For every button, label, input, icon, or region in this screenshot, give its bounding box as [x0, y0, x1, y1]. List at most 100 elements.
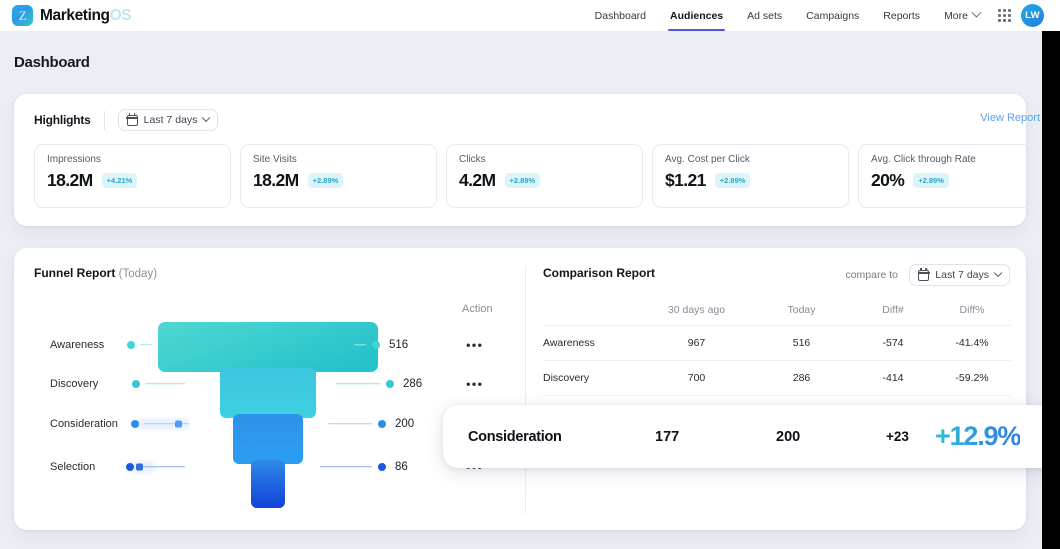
- highlights-header: Highlights Last 7 days: [34, 109, 218, 131]
- metric-value: 18.2M: [47, 170, 93, 191]
- funnel-stage-label: Awareness: [50, 339, 104, 351]
- metric-label: Impressions: [47, 154, 218, 165]
- funnel-left-dot: [127, 341, 135, 349]
- metric-label: Avg. Click through Rate: [871, 154, 1042, 165]
- funnel-stage-label: Selection: [50, 461, 95, 473]
- column-header-stage: [543, 304, 643, 326]
- funnel-report-title-text: Funnel Report: [34, 266, 115, 280]
- cell-empty: [750, 466, 853, 501]
- funnel-report-title: Funnel Report (Today): [34, 266, 157, 280]
- cell-stage: Awareness: [543, 326, 643, 361]
- nav-item-audiences[interactable]: Audiences: [658, 0, 735, 31]
- funnel-slider-handle[interactable]: [175, 421, 182, 428]
- highlighted-prev-value: 177: [655, 429, 679, 445]
- funnel-chart: [14, 296, 514, 536]
- funnel-right-dot: [386, 380, 394, 388]
- brand-name-secondary: OS: [110, 7, 132, 24]
- metric-value: 4.2M: [459, 170, 496, 191]
- cell-diff: -414: [853, 361, 933, 396]
- funnel-left-dot: [131, 420, 139, 428]
- column-header-diff-pct: Diff%: [933, 304, 1011, 326]
- cell-today: 286: [750, 361, 853, 396]
- column-header-30-days-ago: 30 days ago: [643, 304, 750, 326]
- cell-empty: [933, 466, 1011, 501]
- metric-delta-badge: +2.89%: [715, 173, 751, 188]
- metric-delta-badge: +2.89%: [505, 173, 541, 188]
- cell-diff: -574: [853, 326, 933, 361]
- reports-card: Funnel Report (Today) Action: [14, 248, 1026, 530]
- app-root: Z MarketingOS Dashboard Audiences Ad set…: [0, 0, 1060, 549]
- metric-label: Clicks: [459, 154, 630, 165]
- cell-empty: [543, 466, 643, 501]
- compare-to-label: compare to: [845, 269, 898, 281]
- table-row[interactable]: Awareness 967 516 -574 -41.4%: [543, 326, 1011, 361]
- highlighted-diff-pct-value: +12.9%: [935, 421, 1020, 452]
- divider: [104, 111, 105, 130]
- top-navigation-bar: Z MarketingOS Dashboard Audiences Ad set…: [0, 0, 1060, 31]
- cell-prev: 700: [643, 361, 750, 396]
- page-title: Dashboard: [14, 54, 90, 71]
- funnel-left-dot: [132, 380, 140, 388]
- metric-card-avg-click-through-rate[interactable]: Avg. Click through Rate 20% +2.89%: [858, 144, 1055, 208]
- nav-item-dashboard[interactable]: Dashboard: [583, 0, 658, 31]
- column-header-diff-num: Diff#: [853, 304, 933, 326]
- funnel-right-dot: [378, 463, 386, 471]
- funnel-stage-value: 516: [389, 339, 408, 351]
- cell-today: 516: [750, 326, 853, 361]
- cell-stage: Discovery: [543, 361, 643, 396]
- brand-logo[interactable]: Z MarketingOS: [12, 5, 131, 26]
- cell-diff-pct: -41.4%: [933, 326, 1011, 361]
- highlights-date-range-label: Last 7 days: [144, 114, 198, 126]
- metric-card-impressions[interactable]: Impressions 18.2M +4.21%: [34, 144, 231, 208]
- highlighted-stage-label: Consideration: [468, 429, 562, 445]
- funnel-report-subtitle: (Today): [119, 268, 157, 280]
- chevron-down-icon: [972, 8, 982, 18]
- metric-card-avg-cost-per-click[interactable]: Avg. Cost per Click $1.21 +2.89%: [652, 144, 849, 208]
- metric-label: Site Visits: [253, 154, 424, 165]
- cell-empty: [643, 466, 750, 501]
- apps-grid-icon[interactable]: [998, 9, 1012, 23]
- nav-item-campaigns[interactable]: Campaigns: [794, 0, 871, 31]
- calendar-icon: [918, 270, 929, 281]
- chevron-down-icon: [994, 269, 1002, 277]
- cell-diff-pct: -59.2%: [933, 361, 1011, 396]
- metrics-list: Impressions 18.2M +4.21% Site Visits 18.…: [34, 144, 1055, 208]
- table-header-row: 30 days ago Today Diff# Diff%: [543, 304, 1011, 326]
- cell-prev: 967: [643, 326, 750, 361]
- metric-delta-badge: +4.21%: [102, 173, 138, 188]
- metric-value: 18.2M: [253, 170, 299, 191]
- highlights-date-range-picker[interactable]: Last 7 days: [118, 109, 219, 131]
- nav-item-ad-sets[interactable]: Ad sets: [735, 0, 794, 31]
- avatar[interactable]: LW: [1021, 4, 1044, 27]
- view-report-link[interactable]: View Report: [980, 112, 1040, 124]
- right-gutter: [1042, 0, 1060, 549]
- highlighted-diff-value: +23: [886, 429, 909, 444]
- funnel-left-dot: [126, 463, 134, 471]
- funnel-stage-value: 286: [403, 378, 422, 390]
- brand-name: MarketingOS: [40, 7, 131, 25]
- funnel-row-action-menu[interactable]: •••: [466, 338, 483, 353]
- chevron-down-icon: [202, 114, 210, 122]
- metric-value: 20%: [871, 170, 904, 191]
- table-row-empty: [543, 466, 1011, 501]
- funnel-right-dot: [372, 341, 380, 349]
- funnel-row-action-menu[interactable]: •••: [466, 377, 483, 392]
- panel-divider: [525, 266, 526, 514]
- highlights-title: Highlights: [34, 113, 91, 127]
- metric-card-site-visits[interactable]: Site Visits 18.2M +2.89%: [240, 144, 437, 208]
- comparison-date-range-picker[interactable]: Last 7 days: [909, 264, 1010, 286]
- metric-value: $1.21: [665, 170, 706, 191]
- nav-item-more-label: More: [944, 10, 968, 22]
- app-logo-icon: Z: [12, 5, 33, 26]
- metric-card-clicks[interactable]: Clicks 4.2M +2.89%: [446, 144, 643, 208]
- nav-item-reports[interactable]: Reports: [871, 0, 932, 31]
- funnel-slider-handle[interactable]: [136, 464, 143, 471]
- column-header-today: Today: [750, 304, 853, 326]
- highlighted-today-value: 200: [776, 429, 800, 445]
- funnel-stage-label: Consideration: [50, 418, 118, 430]
- table-row[interactable]: Discovery 700 286 -414 -59.2%: [543, 361, 1011, 396]
- highlighted-row-consideration[interactable]: Consideration 177 200 +23 +12.9%: [443, 405, 1057, 468]
- funnel-right-dot: [378, 420, 386, 428]
- comparison-table: 30 days ago Today Diff# Diff% Awareness …: [543, 304, 1011, 500]
- nav-item-more[interactable]: More: [932, 0, 992, 31]
